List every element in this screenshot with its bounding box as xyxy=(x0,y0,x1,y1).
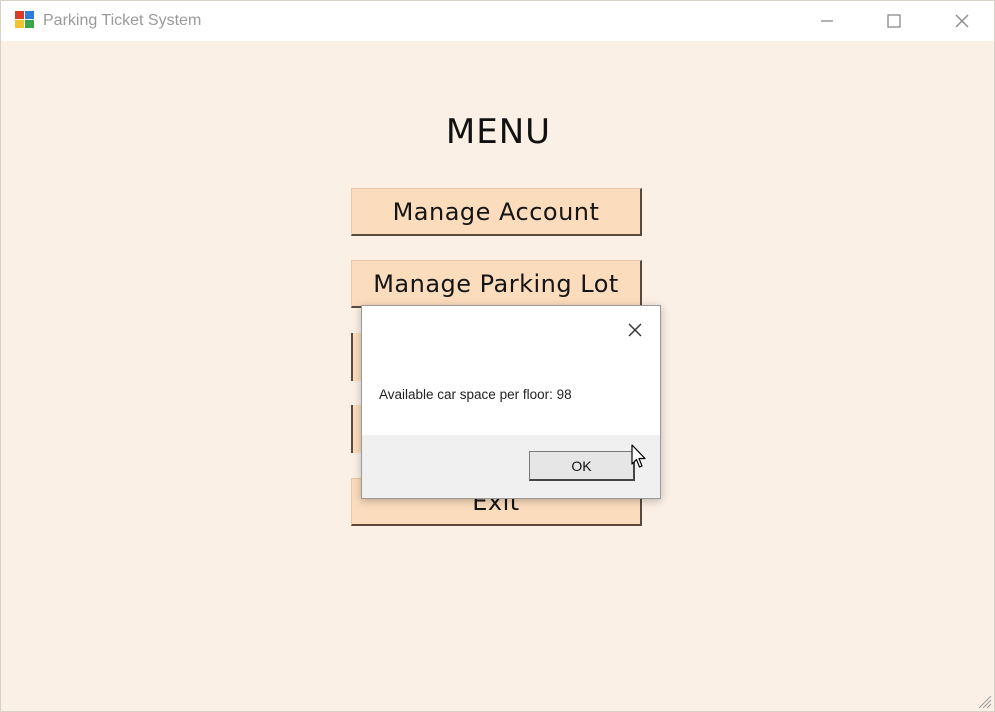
maximize-icon xyxy=(887,14,901,28)
app-window: Parking Ticket System MENU Manage Accoun… xyxy=(0,0,995,712)
minimize-button[interactable] xyxy=(804,1,850,41)
manage-parking-lot-button[interactable]: Manage Parking Lot xyxy=(351,260,642,308)
minimize-icon xyxy=(821,20,833,22)
dialog-close-button[interactable] xyxy=(620,316,650,344)
maximize-button[interactable] xyxy=(871,1,917,41)
menu-title: MENU xyxy=(445,112,552,152)
ok-button[interactable]: OK xyxy=(529,451,635,481)
window-title: Parking Ticket System xyxy=(43,12,202,29)
message-dialog: Available car space per floor: 98 OK xyxy=(361,305,661,499)
dialog-footer: OK xyxy=(362,435,660,498)
dialog-message: Available car space per floor: 98 xyxy=(379,387,572,402)
close-button[interactable] xyxy=(939,1,985,41)
resize-grip-icon[interactable] xyxy=(976,693,992,709)
mouse-pointer-icon xyxy=(631,444,646,468)
title-bar: Parking Ticket System xyxy=(1,1,994,41)
app-icon xyxy=(15,11,35,29)
manage-account-button[interactable]: Manage Account xyxy=(351,188,642,236)
close-icon xyxy=(628,323,642,337)
close-icon xyxy=(955,14,969,28)
